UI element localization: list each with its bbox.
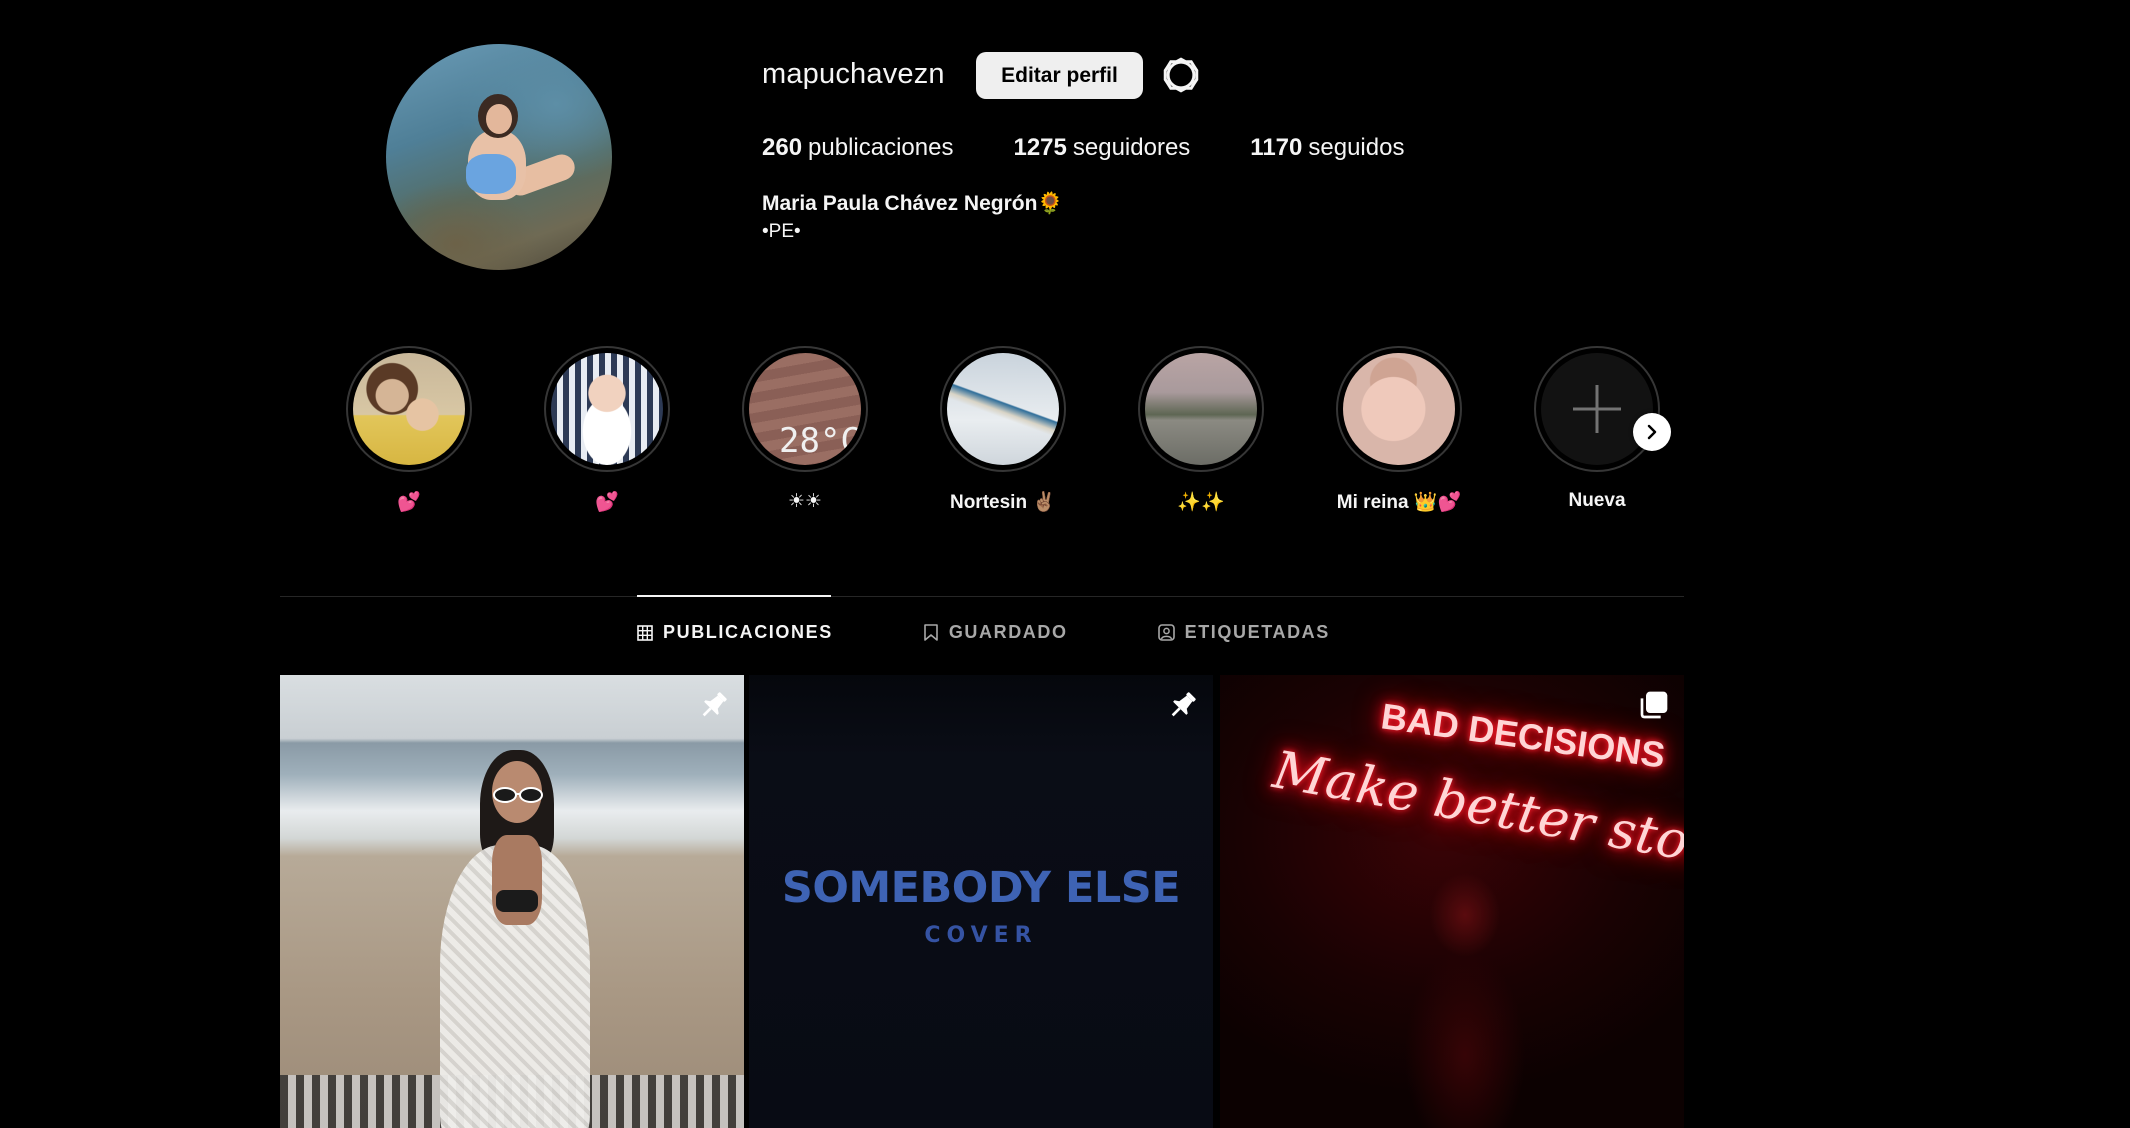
plus-icon <box>1573 385 1621 433</box>
settings-gear-icon[interactable] <box>1163 57 1199 93</box>
stat-posts: 260 publicaciones <box>762 134 953 162</box>
profile-username: mapuchavezn <box>762 58 945 90</box>
post-tile[interactable]: SOMEBODY ELSE COVER <box>749 675 1213 1128</box>
tab-guardado[interactable]: GUARDADO <box>923 622 1068 643</box>
avatar-figure-swimsuit <box>466 154 516 194</box>
highlight-item[interactable]: 💕 <box>544 346 670 514</box>
avatar-figure-face <box>486 104 512 134</box>
stat-followers-label: seguidores <box>1072 134 1191 161</box>
post-cover-subtitle: COVER <box>924 923 1038 948</box>
highlight-thumb-sunset-path <box>1145 353 1257 465</box>
highlight-thumb-laughing-baby <box>551 353 663 465</box>
stat-followers-count: 1275 <box>1013 134 1067 161</box>
highlight-ring <box>1138 346 1264 472</box>
highlight-item[interactable]: 28°C ☀☀ <box>742 346 868 513</box>
highlight-label: Nueva <box>1568 490 1626 511</box>
post-tile[interactable]: BAD DECISIONS Make better stories <box>1220 675 1684 1128</box>
stat-followers[interactable]: 1275 seguidores <box>1013 134 1190 162</box>
highlight-item[interactable]: ✨✨ <box>1138 346 1264 514</box>
highlight-thumb-temperature: 28°C <box>749 353 861 465</box>
carousel-multi-icon <box>1640 691 1668 719</box>
pin-icon <box>702 692 727 717</box>
post-cover-title: SOMEBODY ELSE <box>781 863 1181 913</box>
profile-bio: •PE• <box>762 221 801 242</box>
tagged-icon <box>1157 624 1175 641</box>
stat-posts-label: publicaciones <box>808 134 954 161</box>
tab-guardado-label: GUARDADO <box>948 622 1068 642</box>
highlight-new-thumb <box>1541 353 1653 465</box>
highlight-ring <box>346 346 472 472</box>
profile-avatar[interactable] <box>386 44 612 270</box>
highlight-ring <box>940 346 1066 472</box>
posts-grid: SOMEBODY ELSE COVER BAD DECISIONS Make b… <box>280 675 1684 1128</box>
highlight-thumb-sleeping-baby <box>1343 353 1455 465</box>
sunglasses-graphic <box>493 787 543 803</box>
post-person-silhouette <box>1400 855 1530 1128</box>
chevron-right-icon <box>1647 424 1657 440</box>
highlight-item[interactable]: Nortesin ✌🏽 <box>940 346 1066 514</box>
profile-stats: 260 publicaciones 1275 seguidores 1170 segu… <box>762 134 1464 162</box>
post-person-bikini <box>496 890 538 912</box>
profile-full-name: Maria Paula Chávez Negrón🌻 <box>762 192 1064 215</box>
tab-publicaciones[interactable]: PUBLICACIONES <box>637 622 833 643</box>
highlights-next-button[interactable] <box>1633 413 1671 451</box>
highlight-thumb-temperature-text: 28°C <box>779 421 861 461</box>
post-tile[interactable] <box>280 675 744 1128</box>
highlight-thumb-two-children <box>353 353 465 465</box>
stat-following[interactable]: 1170 seguidos <box>1250 134 1404 162</box>
highlight-thumb-hammock <box>947 353 1059 465</box>
highlight-label: ☀☀ <box>787 491 823 512</box>
active-tab-indicator <box>637 595 831 597</box>
edit-profile-button[interactable]: Editar perfil <box>976 52 1143 99</box>
highlight-ring <box>1534 346 1660 472</box>
highlight-item[interactable]: 💕 <box>346 346 472 514</box>
highlight-label: ✨✨ <box>1177 492 1225 513</box>
highlight-ring <box>544 346 670 472</box>
stat-posts-count: 260 <box>762 134 803 161</box>
grid-icon <box>637 624 653 641</box>
highlight-label: 💕 <box>397 492 421 513</box>
profile-tabs: PUBLICACIONES GUARDADO ETIQUETADAS <box>637 622 1420 643</box>
tab-publicaciones-label: PUBLICACIONES <box>663 622 833 642</box>
highlight-ring <box>1336 346 1462 472</box>
stat-following-label: seguidos <box>1308 134 1405 161</box>
post-neon-sign-top: BAD DECISIONS <box>1378 695 1668 776</box>
highlight-label: Mi reina 👑💕 <box>1336 492 1462 513</box>
tab-etiquetadas-label: ETIQUETADAS <box>1184 622 1330 642</box>
stat-following-count: 1170 <box>1250 134 1303 161</box>
pin-icon <box>1171 692 1196 717</box>
tabs-divider <box>280 596 1684 597</box>
highlight-ring: 28°C <box>742 346 868 472</box>
tab-etiquetadas[interactable]: ETIQUETADAS <box>1157 622 1330 643</box>
story-highlights: 💕 💕 28°C ☀☀ Nortesin ✌🏽 ✨✨ Mi reina 👑💕 N… <box>346 346 1676 516</box>
bookmark-icon <box>924 624 938 641</box>
highlight-label: Nortesin ✌🏽 <box>949 492 1056 513</box>
highlight-item[interactable]: Mi reina 👑💕 <box>1336 346 1462 514</box>
highlight-label: 💕 <box>595 492 619 513</box>
